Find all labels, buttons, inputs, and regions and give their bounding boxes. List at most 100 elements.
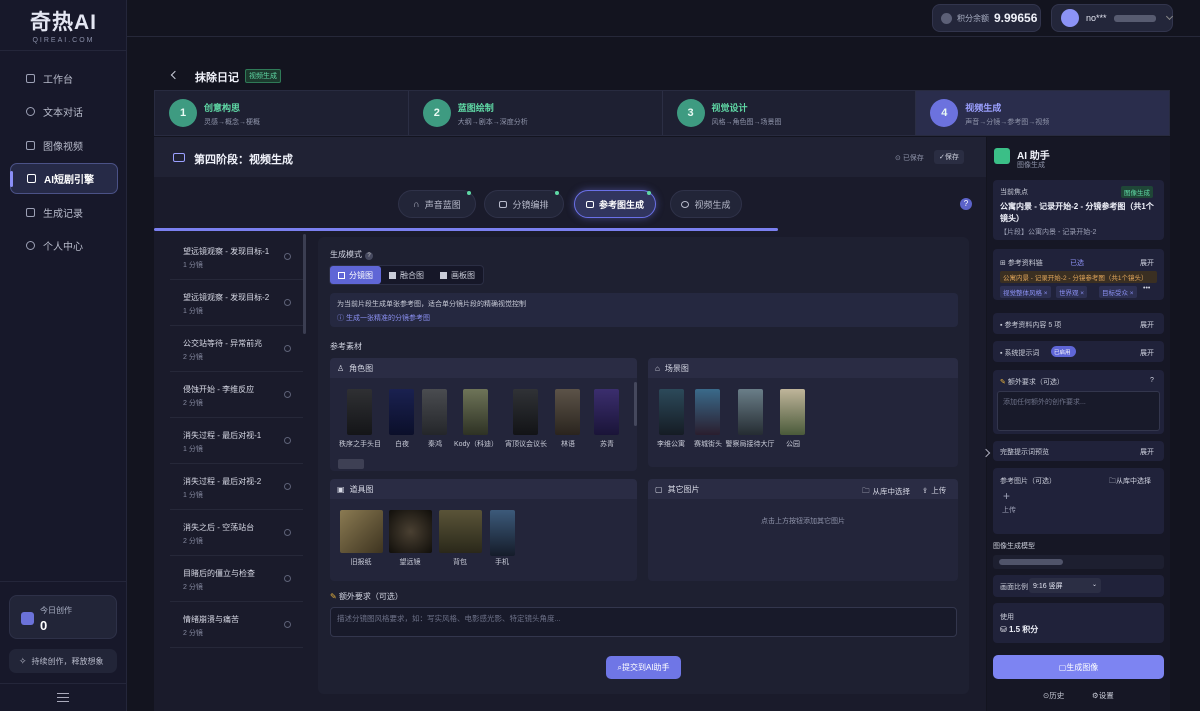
status-icon <box>284 253 291 260</box>
scene-thumb[interactable] <box>738 389 763 435</box>
step-4[interactable]: 4 视频生成 声音→分镜→参考图→视频 <box>916 91 1169 135</box>
ref-chip[interactable]: 视觉整体风格 × <box>1000 286 1051 298</box>
focus-label: 当前焦点 <box>1000 189 1028 196</box>
list-item[interactable]: 消失过程 - 最后对视-2 1 分镜 <box>170 464 303 510</box>
ref-chip[interactable]: 目标受众 × <box>1099 286 1137 298</box>
expand-toggle[interactable]: 展开 <box>1140 447 1154 457</box>
list-item[interactable]: 消失之后 - 空荡站台 2 分镜 <box>170 510 303 556</box>
character-thumb[interactable] <box>347 389 372 435</box>
plus-icon[interactable]: + <box>1003 489 1010 503</box>
ref-chip[interactable]: 公寓内景 - 记录开始-2 - 分镜参考图（共1个镜头） <box>1000 271 1157 283</box>
prop-thumb[interactable] <box>340 510 383 553</box>
extra-textarea[interactable]: 描述分镜图风格要求，如：写实风格、电影感光影、特定镜头角度... <box>330 607 957 637</box>
question-icon[interactable]: ? <box>365 252 373 260</box>
step-desc: 风格→角色图→场景图 <box>711 119 782 126</box>
tab-storyboard[interactable]: 分镜编排 <box>484 190 564 218</box>
submit-ai-button[interactable]: ⌕ 提交到AI助手 <box>606 656 681 679</box>
character-thumb[interactable] <box>555 389 580 435</box>
tab-video-generation[interactable]: 视频生成 <box>670 190 742 218</box>
mode-storyboard[interactable]: 分镜图 <box>330 266 381 284</box>
expand-toggle[interactable]: 展开 <box>1140 258 1154 268</box>
help-icon[interactable]: ? <box>960 198 972 210</box>
nav-item-ai-drama[interactable]: AI短剧引擎 <box>10 163 118 194</box>
list-item[interactable]: 消失过程 - 最后对视-1 1 分镜 <box>170 418 303 464</box>
stats-value: 0 <box>40 618 48 633</box>
others-library-button[interactable]: 🗀 从库中选择 <box>862 485 910 498</box>
more-icon[interactable]: ••• <box>1143 285 1150 292</box>
ratio-label: 画面比例 <box>1000 584 1028 591</box>
back-arrow-icon[interactable] <box>170 70 180 80</box>
list-item[interactable]: 情绪崩溃与痛苦 2 分镜 <box>170 602 303 648</box>
others-upload-button[interactable]: ⇪ 上传 <box>922 485 946 496</box>
scene-thumb[interactable] <box>780 389 805 435</box>
list-item[interactable]: 望远镜观察 - 发现目标-1 1 分镜 <box>170 234 303 280</box>
step-number: 3 <box>676 99 705 127</box>
list-item[interactable]: 目睹后的僵立与检查 2 分镜 <box>170 556 303 602</box>
list-item[interactable]: 侵蚀开始 - 李维反应 2 分镜 <box>170 372 303 418</box>
segment-count: 1 分镜 <box>183 446 203 453</box>
ref-content-row[interactable]: ▪ 参考资料内容 5 项 展开 <box>993 313 1164 334</box>
mode-fusion[interactable]: 融合图 <box>381 266 432 284</box>
ref-chip[interactable]: 世界观 × <box>1056 286 1088 298</box>
mode-info-link[interactable]: ⓘ 生成一张精准的分镜参考图 <box>337 313 430 323</box>
settings-button[interactable]: ⚙设置 <box>1092 690 1114 701</box>
characters-scrollbar[interactable] <box>634 382 637 426</box>
tab-reference-image[interactable]: 参考图生成 <box>574 190 656 218</box>
step-title: 视频生成 <box>965 103 1002 113</box>
character-thumb[interactable] <box>463 389 488 435</box>
assistant-extra-input[interactable]: 添加任何额外的创作要求... <box>997 391 1160 431</box>
nav-item-profile[interactable]: 个人中心 <box>10 230 118 260</box>
ratio-select[interactable]: 9:16 竖屏 ⌄ <box>1029 578 1101 593</box>
nav-item-text-chat[interactable]: 文本对话 <box>10 96 118 126</box>
chart-icon <box>21 612 34 625</box>
step-2[interactable]: 2 蓝图绘制 大纲→剧本→深度分析 <box>409 91 663 135</box>
pencil-icon: ✎ <box>1000 379 1006 386</box>
list-item[interactable]: 望远镜观察 - 发现目标-2 1 分镜 <box>170 280 303 326</box>
character-thumb[interactable] <box>422 389 447 435</box>
character-thumb[interactable] <box>513 389 538 435</box>
nav-item-workbench[interactable]: 工作台 <box>10 63 118 93</box>
tab-audio-blueprint[interactable]: ∩ 声音蓝图 <box>398 190 476 218</box>
menu-icon[interactable] <box>57 693 69 702</box>
step-title: 创意构思 <box>204 103 241 113</box>
prop-thumb[interactable] <box>389 510 432 553</box>
segment-title: 公交站等待 - 异常前兆 <box>183 339 263 348</box>
character-thumb[interactable] <box>594 389 619 435</box>
promo-pill[interactable]: ✧ 持续创作，释放想象 <box>9 649 117 673</box>
mode-label: 生成模式? <box>330 249 373 260</box>
save-button[interactable]: ✓保存 <box>934 150 964 164</box>
character-thumb[interactable] <box>389 389 414 435</box>
expand-toggle[interactable]: 展开 <box>1140 348 1154 358</box>
history-button[interactable]: ⊙历史 <box>1043 690 1064 701</box>
step-1[interactable]: 1 创意构思 灵感→概念→梗概 <box>155 91 409 135</box>
brand-logo[interactable]: 奇热AI QIREAI.COM <box>0 6 127 44</box>
prop-thumb[interactable] <box>439 510 482 553</box>
board-icon <box>440 271 447 279</box>
expand-toggle[interactable]: 展开 <box>1140 320 1154 330</box>
step-3[interactable]: 3 视觉设计 风格→角色图→场景图 <box>663 91 917 135</box>
nav-label: 个人中心 <box>43 241 83 253</box>
nav-item-image-video[interactable]: 图像视频 <box>10 130 118 160</box>
play-icon <box>681 200 690 208</box>
user-menu[interactable]: no*** <box>1051 4 1173 32</box>
model-select[interactable] <box>993 555 1164 569</box>
ref-image-library-button[interactable]: 🗀从库中选择 <box>1109 476 1151 488</box>
help-icon[interactable]: ? <box>1150 377 1154 384</box>
scene-thumb[interactable] <box>659 389 684 435</box>
segment-scrollbar[interactable] <box>303 234 306 334</box>
system-prompt-toggle[interactable]: 已启用 <box>1051 346 1076 357</box>
prompt-preview-row[interactable]: 完整提示词预览 展开 <box>993 441 1164 461</box>
list-item[interactable]: 公交站等待 - 异常前兆 2 分镜 <box>170 326 303 372</box>
mode-board[interactable]: 画板图 <box>432 266 483 284</box>
generate-image-button[interactable]: ▢ 生成图像 <box>993 655 1164 679</box>
sidebar: 奇热AI QIREAI.COM 工作台 文本对话 图像视频 AI短剧引擎 生成记… <box>0 0 127 711</box>
upload-label[interactable]: 上传 <box>1002 505 1016 515</box>
character-thumb-partial[interactable] <box>338 459 364 469</box>
chip-label: 视觉整体风格 <box>1003 290 1042 297</box>
balance-badge[interactable]: 积分余额 9.99656 <box>932 4 1041 32</box>
nav-item-history[interactable]: 生成记录 <box>10 197 118 227</box>
stage-title: 第四阶段：视频生成 <box>194 154 293 166</box>
prop-thumb[interactable] <box>490 510 515 556</box>
mode-info-text: 为当前片段生成单张参考图，适合单分镜片段的精确视觉控制 <box>337 301 526 308</box>
scene-thumb[interactable] <box>695 389 720 435</box>
